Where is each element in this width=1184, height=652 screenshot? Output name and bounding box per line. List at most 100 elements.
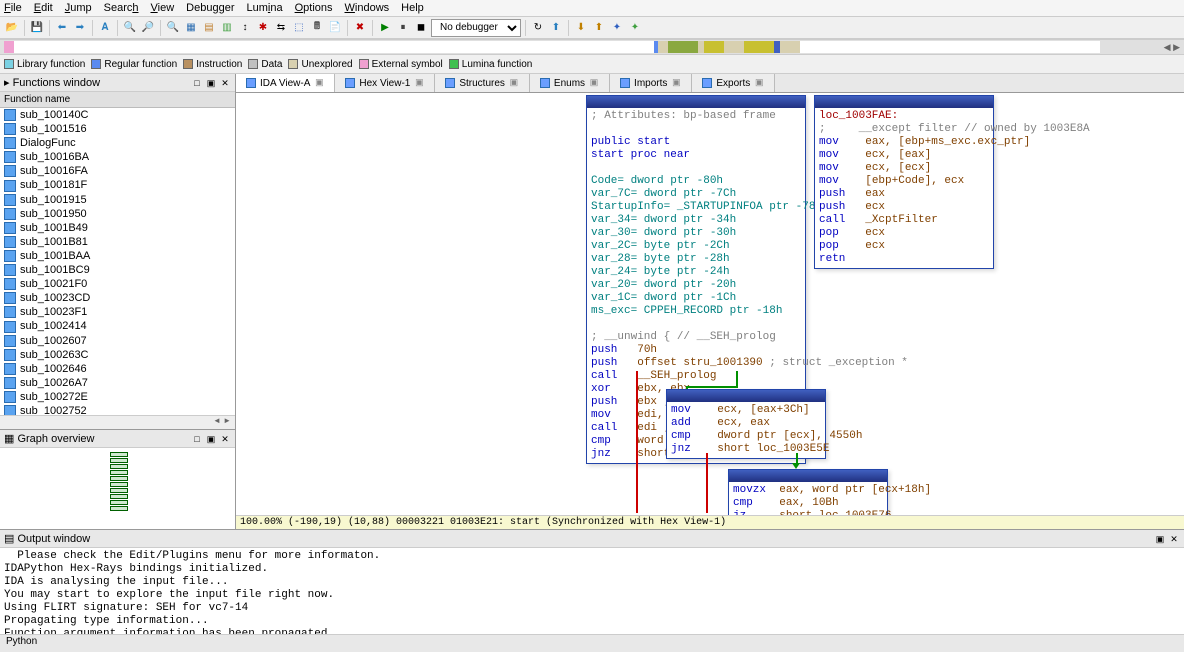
lumina1-icon[interactable]: ⬇: [573, 20, 589, 36]
nav-fwd-icon[interactable]: ➡: [72, 20, 88, 36]
tab[interactable]: IDA View-A▣: [236, 74, 335, 92]
legend-item: Instruction: [183, 59, 242, 70]
output-content[interactable]: Please check the Edit/Plugins menu for m…: [0, 548, 1184, 634]
lumina3-icon[interactable]: ✦: [609, 20, 625, 36]
hex-icon[interactable]: ▦: [183, 20, 199, 36]
tool-misc-icon[interactable]: ✱: [255, 20, 271, 36]
function-item[interactable]: sub_1001BC9: [0, 263, 235, 277]
menu-options[interactable]: Options: [295, 2, 333, 14]
panel-close-icon[interactable]: ✕: [219, 433, 231, 445]
function-item[interactable]: sub_1002607: [0, 334, 235, 348]
asm-block-mid[interactable]: mov ecx, [eax+3Ch] add ecx, eax cmp dwor…: [666, 389, 826, 459]
panel-close-icon[interactable]: ✕: [219, 77, 231, 89]
debugger-select[interactable]: No debugger: [431, 19, 521, 37]
close-icon[interactable]: ▣: [314, 78, 324, 88]
nav-back-icon[interactable]: ⬅: [54, 20, 70, 36]
names-icon[interactable]: ↕: [237, 20, 253, 36]
graph-overview-header: ▦ Graph overview □ ▣ ✕: [0, 430, 235, 448]
close-icon[interactable]: ▣: [414, 78, 424, 88]
tab[interactable]: Structures▣: [435, 74, 530, 92]
lumina2-icon[interactable]: ⬆: [591, 20, 607, 36]
function-item[interactable]: sub_10023CD: [0, 291, 235, 305]
save-icon[interactable]: 💾: [29, 20, 45, 36]
menu-lumina[interactable]: Lumina: [246, 2, 282, 14]
panel-min-icon[interactable]: □: [191, 433, 203, 445]
navigation-band[interactable]: ◀ ▶: [0, 39, 1184, 55]
legend-item: Regular function: [91, 59, 177, 70]
script-icon[interactable]: 📄: [327, 20, 343, 36]
functions-hscroll[interactable]: [0, 415, 235, 429]
legend-item: Lumina function: [449, 59, 533, 70]
function-item[interactable]: sub_100272E: [0, 390, 235, 404]
tool-ref-icon[interactable]: ↻: [530, 20, 546, 36]
panel-float-icon[interactable]: ▣: [1154, 533, 1166, 545]
calc-icon[interactable]: 🖩: [309, 20, 325, 36]
struct-icon[interactable]: ▤: [201, 20, 217, 36]
tab-icon: [540, 78, 550, 88]
functions-panel-header: ▸ Functions window □ ▣ ✕: [0, 74, 235, 92]
menu-windows[interactable]: Windows: [345, 2, 390, 14]
function-item[interactable]: sub_1001BAA: [0, 249, 235, 263]
tab-icon: [702, 78, 712, 88]
disassembly-graph[interactable]: ; Attributes: bp-based frame public star…: [236, 93, 1184, 515]
function-item[interactable]: sub_100263C: [0, 348, 235, 362]
function-item[interactable]: sub_1001915: [0, 193, 235, 207]
stop-icon[interactable]: ✖: [352, 20, 368, 36]
output-panel-header: ▤ Output window ▣ ✕: [0, 530, 1184, 548]
panel-float-icon[interactable]: ▣: [205, 433, 217, 445]
tab[interactable]: Hex View-1▣: [335, 74, 435, 92]
tool-a-icon[interactable]: 𝐀: [97, 20, 113, 36]
xref-icon[interactable]: ⇆: [273, 20, 289, 36]
functions-column-header[interactable]: Function name: [0, 92, 235, 108]
debug-pause-icon[interactable]: ⏸: [395, 20, 411, 36]
open-icon[interactable]: 📂: [4, 20, 20, 36]
tool-upd-icon[interactable]: ⬆: [548, 20, 564, 36]
function-item[interactable]: sub_10016FA: [0, 164, 235, 178]
function-item[interactable]: sub_1001950: [0, 207, 235, 221]
enum-icon[interactable]: ▥: [219, 20, 235, 36]
close-icon[interactable]: ▣: [589, 78, 599, 88]
function-item[interactable]: sub_1001B49: [0, 221, 235, 235]
panel-min-icon[interactable]: □: [191, 77, 203, 89]
function-item[interactable]: sub_1001516: [0, 122, 235, 136]
tab-icon: [345, 78, 355, 88]
function-item[interactable]: DialogFunc: [0, 136, 235, 150]
menu-search[interactable]: Search: [104, 2, 139, 14]
function-item[interactable]: sub_10023F1: [0, 305, 235, 319]
functions-list[interactable]: sub_100140Csub_1001516DialogFuncsub_1001…: [0, 108, 235, 415]
search-binary-icon[interactable]: 🔎: [140, 20, 156, 36]
graph-icon[interactable]: ⬚: [291, 20, 307, 36]
asm-block-last[interactable]: movzx eax, word ptr [ecx+18h] cmp eax, 1…: [728, 469, 888, 515]
panel-close-icon[interactable]: ✕: [1168, 533, 1180, 545]
lumina4-icon[interactable]: ✦: [627, 20, 643, 36]
tab[interactable]: Enums▣: [530, 74, 610, 92]
function-item[interactable]: sub_100140C: [0, 108, 235, 122]
close-icon[interactable]: ▣: [671, 78, 681, 88]
graph-overview-canvas[interactable]: [0, 448, 235, 529]
function-item[interactable]: sub_10026A7: [0, 376, 235, 390]
zoom-icon[interactable]: 🔍: [165, 20, 181, 36]
menu-edit[interactable]: Edit: [34, 2, 53, 14]
function-item[interactable]: sub_1001B81: [0, 235, 235, 249]
function-item[interactable]: sub_1002752: [0, 404, 235, 415]
search-text-icon[interactable]: 🔍: [122, 20, 138, 36]
debug-stop-icon[interactable]: ◼: [413, 20, 429, 36]
tab[interactable]: Exports▣: [692, 74, 775, 92]
function-item[interactable]: sub_100181F: [0, 178, 235, 192]
menu-debugger[interactable]: Debugger: [186, 2, 234, 14]
debug-run-icon[interactable]: ▶: [377, 20, 393, 36]
menu-view[interactable]: View: [151, 2, 175, 14]
menu-help[interactable]: Help: [401, 2, 424, 14]
menu-file[interactable]: File: [4, 2, 22, 14]
function-item[interactable]: sub_10016BA: [0, 150, 235, 164]
function-item[interactable]: sub_1002646: [0, 362, 235, 376]
asm-block-except[interactable]: loc_1003FAE: ; __except filter // owned …: [814, 95, 994, 269]
function-item[interactable]: sub_1002414: [0, 319, 235, 333]
function-item[interactable]: sub_10021F0: [0, 277, 235, 291]
menu-jump[interactable]: Jump: [65, 2, 92, 14]
panel-float-icon[interactable]: ▣: [205, 77, 217, 89]
legend-item: External symbol: [359, 59, 443, 70]
close-icon[interactable]: ▣: [509, 78, 519, 88]
close-icon[interactable]: ▣: [754, 78, 764, 88]
tab[interactable]: Imports▣: [610, 74, 692, 92]
